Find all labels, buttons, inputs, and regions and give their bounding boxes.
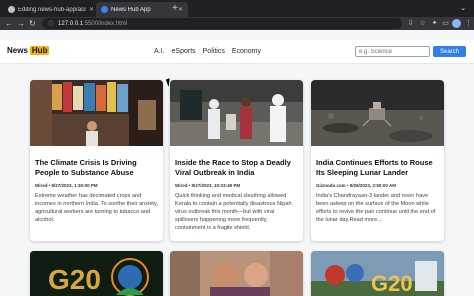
- news-card[interactable]: India Continues Efforts to Rouse Its Sle…: [311, 80, 444, 241]
- tab-title: News Hub App: [111, 6, 151, 13]
- logo-news: News: [7, 46, 28, 55]
- g20-text: G20: [48, 264, 101, 295]
- news-card[interactable]: G20: [311, 251, 444, 296]
- news-image-outbreak: [170, 80, 303, 146]
- g20-text: G20: [371, 271, 413, 296]
- close-icon[interactable]: ✕: [89, 6, 94, 13]
- address-bar[interactable]: ⓘ 127.0.0.1:5500/index.html: [42, 18, 402, 29]
- nav-item-esports[interactable]: eSports: [172, 48, 196, 55]
- card-meta: Wired • 9/27/2023, 1:30:00 PM: [35, 183, 98, 188]
- card-description: India's Chandrayaan-3 lander and rover h…: [316, 193, 436, 223]
- sidebar-icon[interactable]: ▭: [441, 19, 450, 28]
- card-title[interactable]: The Climate Crisis Is Driving People to …: [35, 158, 158, 178]
- card-meta: Wired • 9/27/2023, 10:33:49 PM: [175, 183, 241, 188]
- download-icon[interactable]: ⇩: [406, 19, 415, 28]
- profile-avatar-icon[interactable]: [452, 19, 461, 28]
- news-card[interactable]: Inside the Race to Stop a Deadly Viral O…: [170, 80, 303, 241]
- browser-tab-editor[interactable]: Editing news-hub-app/assets... ✕: [3, 2, 99, 17]
- nav-item-ai[interactable]: A.I.: [154, 48, 165, 55]
- url-text: 127.0.0.1:5500/index.html: [58, 20, 128, 27]
- news-image-lunar: [311, 80, 444, 146]
- close-icon[interactable]: ✕: [178, 6, 183, 13]
- news-card[interactable]: The Climate Crisis Is Driving People to …: [30, 80, 163, 241]
- card-title[interactable]: Inside the Race to Stop a Deadly Viral O…: [175, 158, 298, 178]
- main-nav: A.I. eSports Politics Economy: [154, 48, 261, 55]
- card-description: Extreme weather has decimated crops and …: [35, 193, 158, 223]
- tab-title: Editing news-hub-app/assets...: [18, 6, 86, 13]
- news-card[interactable]: G20: [30, 251, 163, 296]
- reload-icon[interactable]: ↻: [29, 18, 36, 29]
- news-image-g20-summit: G20: [311, 251, 444, 296]
- menu-icon[interactable]: ⋮: [464, 19, 473, 28]
- site-favicon-icon: [101, 6, 108, 13]
- back-icon[interactable]: ←: [5, 18, 13, 29]
- search-input[interactable]: [355, 46, 430, 57]
- news-image-g20: G20: [30, 251, 163, 296]
- nav-item-economy[interactable]: Economy: [232, 48, 261, 55]
- card-meta: Gizmodo.com • 9/26/2023, 2:50:00 AM: [316, 183, 396, 188]
- search-button[interactable]: Search: [433, 46, 466, 57]
- browser-toolbar: ← → ↻ ⓘ 127.0.0.1:5500/index.html ⇩ ☆ ✦ …: [0, 17, 474, 30]
- github-icon: [8, 6, 15, 13]
- news-card[interactable]: [170, 251, 303, 296]
- browser-tab-bar: Editing news-hub-app/assets... ✕ News Hu…: [0, 0, 474, 17]
- extensions-icon[interactable]: ✦: [430, 19, 439, 28]
- site-logo[interactable]: News Hub: [7, 46, 50, 55]
- logo-hub-badge: Hub: [29, 46, 50, 55]
- nav-item-politics[interactable]: Politics: [203, 48, 225, 55]
- card-description: Quick thinking and medical sleuthing all…: [175, 193, 292, 231]
- card-title[interactable]: India Continues Efforts to Rouse Its Sle…: [316, 158, 439, 178]
- forward-icon[interactable]: →: [17, 18, 25, 29]
- star-icon[interactable]: ☆: [418, 19, 427, 28]
- info-icon: ⓘ: [48, 22, 55, 28]
- news-image-family: [170, 251, 303, 296]
- new-tab-icon[interactable]: +: [172, 3, 178, 15]
- news-image-market: [30, 80, 163, 146]
- chevron-down-icon[interactable]: ⌄: [460, 4, 466, 12]
- site-header: News Hub A.I. eSports Politics Economy S…: [0, 40, 474, 64]
